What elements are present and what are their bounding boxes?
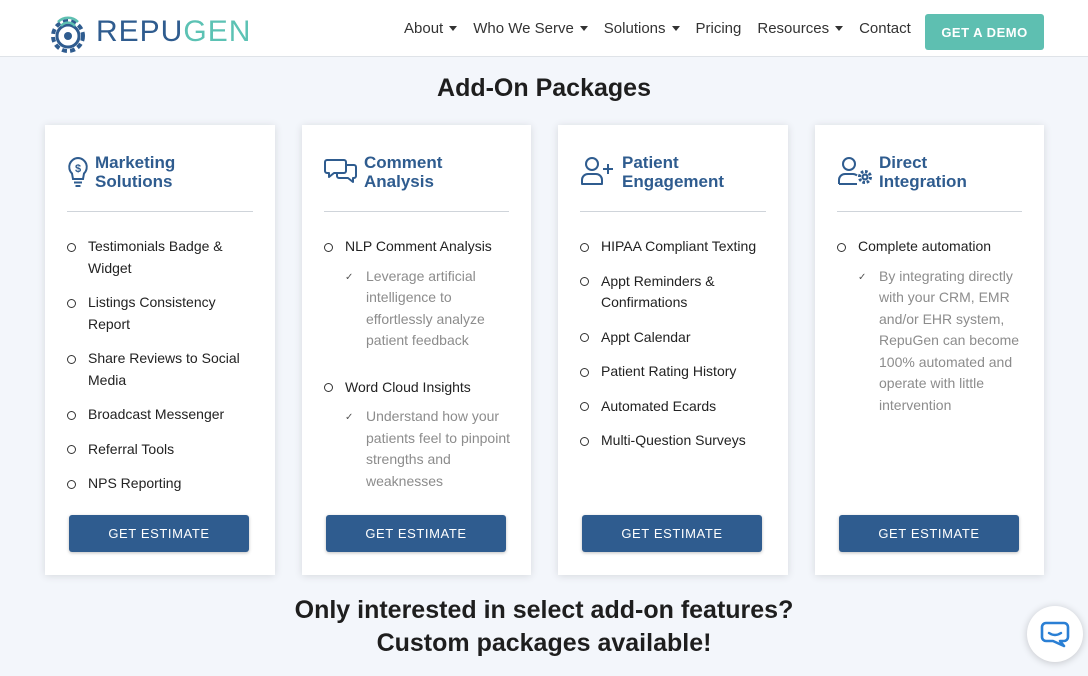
chat-bubbles-icon [324, 159, 357, 183]
circle-bullet-icon [67, 479, 76, 489]
circle-bullet-icon [580, 333, 589, 342]
circle-bullet-icon [580, 436, 589, 446]
section-title: Add-On Packages [437, 74, 651, 102]
divider [837, 211, 1022, 212]
package-card-direct-integration: Direct Integration Complete automation ✓ B… [815, 125, 1044, 575]
list-item: Testimonials Badge & Widget [67, 236, 257, 279]
circle-bullet-icon [324, 383, 333, 392]
circle-bullet-icon [67, 354, 76, 364]
user-plus-icon [581, 157, 613, 185]
list-item: Multi-Question Surveys [580, 430, 770, 452]
caret-down-icon [449, 26, 458, 31]
circle-bullet-icon [67, 298, 76, 308]
get-a-demo-button[interactable]: GET A DEMO [925, 14, 1044, 50]
list-item: Patient Rating History [580, 361, 770, 383]
sub-item: ✓ Leverage artificial intelligence to eff… [324, 266, 513, 352]
get-estimate-button[interactable]: GET ESTIMATE [69, 515, 249, 552]
feature-list: NLP Comment Analysis ✓ Leverage artificia… [324, 236, 513, 492]
circle-bullet-icon [67, 410, 76, 420]
logo-text: REPUGEN [96, 15, 252, 48]
nav-solutions[interactable]: Solutions [604, 20, 680, 37]
custom-packages-heading: Only interested in select add-on feature… [294, 596, 794, 657]
card-header: Direct Integration [837, 153, 1024, 191]
list-item: Referral Tools [67, 439, 257, 461]
divider [580, 211, 766, 212]
circle-bullet-icon [67, 242, 76, 252]
list-item: Appt Calendar [580, 327, 770, 349]
list-item: Complete automation [837, 236, 1026, 258]
get-estimate-button[interactable]: GET ESTIMATE [839, 515, 1019, 552]
sub-item: ✓ By integrating directly with your CRM, … [837, 266, 1026, 417]
circle-bullet-icon [580, 242, 589, 252]
circle-bullet-icon [580, 402, 589, 411]
card-title: Direct Integration [879, 153, 967, 191]
circle-bullet-icon [580, 367, 589, 377]
svg-text:$: $ [75, 163, 81, 175]
chat-widget-button[interactable] [1027, 606, 1083, 662]
circle-bullet-icon [324, 242, 333, 252]
nav-contact[interactable]: Contact [859, 20, 911, 37]
get-estimate-button[interactable]: GET ESTIMATE [326, 515, 506, 552]
list-item: NLP Comment Analysis [324, 236, 513, 258]
logo-gear-icon [51, 16, 85, 53]
checkmark-icon: ✓ [345, 412, 354, 423]
main-nav: About Who We Serve Solutions Pricing Res… [404, 0, 927, 57]
card-title: Comment Analysis [364, 153, 443, 191]
checkmark-icon: ✓ [345, 271, 354, 283]
repugen-logo[interactable]: REPUGEN [44, 10, 251, 54]
feature-list: HIPAA Compliant Texting Appt Reminders &… [580, 236, 770, 452]
card-title: Patient Engagement [622, 153, 725, 191]
list-item: Share Reviews to Social Media [67, 348, 257, 391]
user-gear-icon [838, 157, 872, 185]
divider [324, 211, 509, 212]
nav-about[interactable]: About [404, 20, 458, 37]
caret-down-icon [835, 26, 844, 31]
site-header: REPUGEN About Who We Serve Solutions Pri… [0, 0, 1088, 57]
package-card-patient-engagement: Patient Engagement HIPAA Compliant Textin… [558, 125, 788, 575]
lightbulb-dollar-icon: $ [68, 156, 88, 187]
list-item: Listings Consistency Report [67, 292, 257, 335]
list-item: Broadcast Messenger [67, 404, 257, 426]
nav-pricing[interactable]: Pricing [696, 20, 742, 37]
chat-icon [1040, 621, 1070, 648]
list-item: NPS Reporting [67, 473, 257, 495]
nav-who-we-serve[interactable]: Who We Serve [473, 20, 588, 37]
card-header: $ Marketing Solutions [67, 153, 255, 191]
list-item: Word Cloud Insights [324, 377, 513, 399]
caret-down-icon [579, 26, 588, 31]
caret-down-icon [671, 26, 680, 31]
sub-item: ✓ Understand how your patients feel to pi… [324, 406, 513, 492]
get-estimate-button[interactable]: GET ESTIMATE [582, 515, 762, 552]
package-card-marketing: $ Marketing Solutions Testimonials Badge … [45, 125, 275, 575]
circle-bullet-icon [837, 242, 846, 252]
circle-bullet-icon [67, 445, 76, 454]
feature-list: Complete automation ✓ By integrating dire… [837, 236, 1026, 416]
nav-resources[interactable]: Resources [757, 20, 844, 37]
list-item: Appt Reminders & Confirmations [580, 271, 770, 314]
checkmark-icon: ✓ [858, 271, 867, 283]
circle-bullet-icon [580, 277, 589, 286]
list-item: Automated Ecards [580, 396, 770, 418]
package-card-comment-analysis: Comment Analysis NLP Comment Analysis ✓ Le… [302, 125, 531, 575]
card-header: Patient Engagement [580, 153, 768, 191]
divider [67, 211, 253, 212]
card-title: Marketing Solutions [95, 153, 176, 191]
card-header: Comment Analysis [324, 153, 511, 191]
list-item: HIPAA Compliant Texting [580, 236, 770, 258]
feature-list: Testimonials Badge & Widget Listings Con… [67, 236, 257, 495]
